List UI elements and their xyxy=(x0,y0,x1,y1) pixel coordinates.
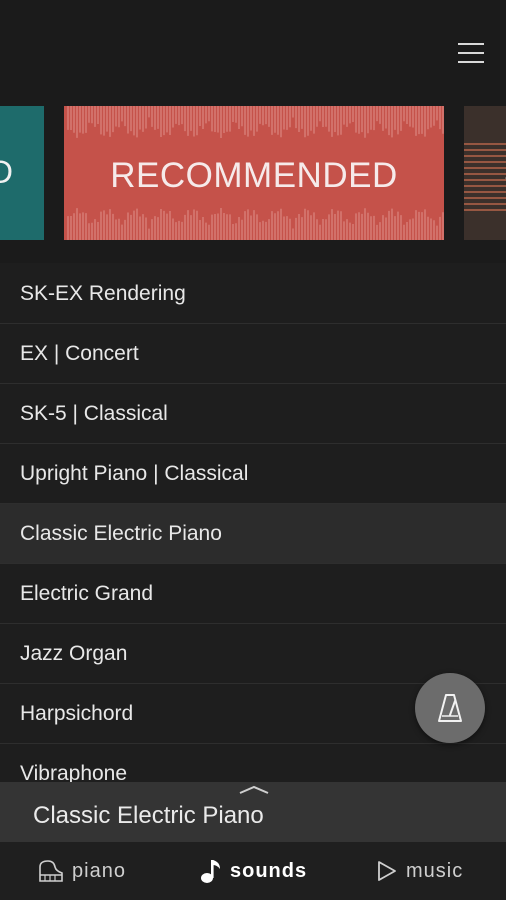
metronome-button[interactable] xyxy=(415,673,485,743)
sound-list-item-label: Vibraphone xyxy=(20,761,128,783)
category-card-previous-label: D xyxy=(0,154,14,190)
waveform-decoration xyxy=(67,106,444,138)
category-carousel[interactable]: D RECOMMENDED S xyxy=(0,88,506,263)
sound-list-item[interactable]: Jazz Organ xyxy=(0,624,506,684)
waveform-decoration xyxy=(67,208,444,240)
bottom-navigation: piano sounds music xyxy=(0,842,506,900)
top-bar xyxy=(0,0,506,88)
category-card-recommended[interactable]: RECOMMENDED xyxy=(64,106,444,240)
sound-list-item[interactable]: SK-5 | Classical xyxy=(0,384,506,444)
tab-music-label: music xyxy=(406,859,464,882)
sound-list-item-label: Electric Grand xyxy=(20,581,154,605)
tab-piano-label: piano xyxy=(72,859,126,882)
sound-list-item[interactable]: Electric Grand xyxy=(0,564,506,624)
sound-list-item[interactable]: Vibraphone xyxy=(0,744,506,783)
category-card-next[interactable]: S xyxy=(464,106,506,240)
sound-list-item[interactable]: EX | Concert xyxy=(0,324,506,384)
sound-list-item-label: Classic Electric Piano xyxy=(20,521,222,545)
sound-list-item-label: SK-5 | Classical xyxy=(20,401,168,425)
sound-list-item-label: SK-EX Rendering xyxy=(20,281,186,305)
tab-music[interactable]: music xyxy=(376,842,463,900)
now-playing-title: Classic Electric Piano xyxy=(33,802,264,829)
sound-list-item-label: Jazz Organ xyxy=(20,641,128,665)
sound-list-item-label: Harpsichord xyxy=(20,701,134,725)
chevron-up-icon[interactable] xyxy=(238,785,270,795)
metronome-icon xyxy=(438,694,462,722)
piano-icon xyxy=(39,860,63,882)
play-icon xyxy=(378,861,396,881)
tab-sounds-label: sounds xyxy=(230,859,308,882)
music-note-icon xyxy=(201,860,220,883)
category-card-previous[interactable]: D xyxy=(0,106,44,240)
sound-list-item-label: Upright Piano | Classical xyxy=(20,461,249,485)
tab-sounds[interactable]: sounds xyxy=(200,842,307,900)
now-playing-bar[interactable]: Classic Electric Piano xyxy=(0,782,506,842)
tab-piano[interactable]: piano xyxy=(38,842,126,900)
menu-icon[interactable] xyxy=(458,43,484,65)
sound-list-item[interactable]: Upright Piano | Classical xyxy=(0,444,506,504)
sound-list-item[interactable]: Classic Electric Piano xyxy=(0,504,506,564)
sound-list-item[interactable]: SK-EX Rendering xyxy=(0,264,506,324)
sound-list-item-label: EX | Concert xyxy=(20,341,139,365)
category-card-label: RECOMMENDED xyxy=(110,156,398,195)
stripes-decoration xyxy=(464,143,506,211)
